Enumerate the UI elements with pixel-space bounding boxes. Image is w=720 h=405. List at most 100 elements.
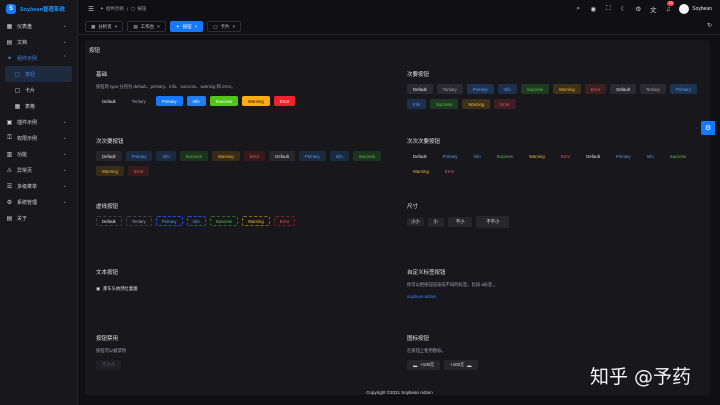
breadcrumb-item[interactable]: ▢ 按钮 bbox=[131, 6, 146, 12]
user-menu[interactable]: Soybean bbox=[679, 4, 712, 14]
secondary-error-button[interactable]: Error bbox=[494, 99, 516, 109]
quaternary-warning-button[interactable]: Warning bbox=[523, 151, 551, 161]
tertiary-error-button[interactable]: Error bbox=[127, 166, 150, 176]
sidebar-item-1[interactable]: ▦ 仪表盘 ⌄ bbox=[0, 18, 77, 34]
quaternary-info-button[interactable]: Info bbox=[641, 151, 660, 161]
tertiary-success-button[interactable]: Success bbox=[352, 151, 382, 161]
secondary-default-button[interactable]: Default bbox=[610, 84, 636, 94]
tertiary-default-button[interactable]: Default bbox=[96, 151, 122, 161]
size-button-4[interactable]: 不不小 bbox=[476, 216, 510, 228]
secondary-primary-button[interactable]: Primary bbox=[670, 84, 697, 94]
tertiary-default-button[interactable]: Default bbox=[269, 151, 295, 161]
chevron-icon: ⌄ bbox=[62, 23, 67, 29]
sidebar-item-label: 卡片 bbox=[25, 87, 36, 94]
basic-tertiary-button[interactable]: Tertiary bbox=[126, 96, 152, 106]
basic-warning-button[interactable]: Warning bbox=[241, 96, 270, 106]
icon-button-2[interactable]: +100元 ▬ bbox=[444, 360, 478, 370]
tab-3[interactable]: ✦ 按钮 × bbox=[169, 21, 204, 32]
dashed-warning-button[interactable]: Warning bbox=[241, 216, 270, 226]
secondary-success-button[interactable]: Success bbox=[430, 99, 459, 109]
quaternary-success-button[interactable]: Success bbox=[491, 151, 519, 161]
secondary-tertiary-button[interactable]: Tertiary bbox=[639, 84, 667, 94]
sidebar-item-2[interactable]: ▤ 文档 ⌄ bbox=[0, 34, 77, 50]
quaternary-success-button[interactable]: Success bbox=[664, 151, 692, 161]
language-icon[interactable]: 文 bbox=[649, 5, 657, 14]
tertiary-primary-button[interactable]: Primary bbox=[125, 151, 153, 161]
close-icon[interactable]: × bbox=[157, 24, 160, 29]
fullscreen-icon[interactable]: ⛶ bbox=[604, 5, 612, 13]
notification-icon[interactable]: ♫ 16 bbox=[664, 1, 675, 13]
size-button-1[interactable]: 小小 bbox=[407, 218, 424, 226]
secondary-primary-button[interactable]: Primary bbox=[466, 84, 494, 94]
icon-button-label: +100元 bbox=[450, 362, 465, 367]
secondary-default-button[interactable]: Default bbox=[407, 84, 433, 94]
sidebar-item-10[interactable]: ⚠ 异常页 ⌄ bbox=[0, 162, 77, 178]
sidebar-item-5[interactable]: ▢ 卡片 bbox=[0, 82, 77, 98]
close-icon[interactable]: × bbox=[233, 24, 236, 29]
tab-4[interactable]: ▢ 卡片 × bbox=[207, 21, 242, 32]
basic-error-button[interactable]: Error bbox=[273, 96, 296, 106]
size-button-3[interactable]: 不小 bbox=[447, 217, 473, 227]
breadcrumb-item[interactable]: ✦ 组件示例 bbox=[100, 6, 124, 12]
basic-info-button[interactable]: Info bbox=[186, 96, 206, 106]
secondary-info-button[interactable]: Info bbox=[497, 84, 517, 94]
tertiary-info-button[interactable]: Info bbox=[156, 151, 176, 161]
tertiary-info-button[interactable]: Info bbox=[329, 151, 349, 161]
dashed-success-button[interactable]: Success bbox=[209, 216, 238, 226]
sidebar-item-13[interactable]: ▤ 关于 bbox=[0, 210, 77, 226]
quaternary-info-button[interactable]: Info bbox=[467, 151, 486, 161]
secondary-warning-button[interactable]: Warning bbox=[462, 99, 491, 109]
tab-2[interactable]: ▤ 工作台 × bbox=[127, 21, 166, 32]
tab-1[interactable]: ▦ 分析页 × bbox=[85, 21, 124, 32]
sidebar-item-3[interactable]: ✦ 组件示例 ⌃ bbox=[0, 50, 77, 66]
refresh-icon[interactable]: ↻ bbox=[707, 22, 712, 29]
dashed-default-button[interactable]: Default bbox=[96, 216, 122, 226]
basic-primary-button[interactable]: Primary bbox=[155, 96, 183, 106]
close-icon[interactable]: × bbox=[195, 24, 198, 29]
settings-icon[interactable]: ⚙ bbox=[634, 5, 642, 13]
dashed-tertiary-button[interactable]: Tertiary bbox=[125, 216, 152, 226]
quaternary-default-button[interactable]: Default bbox=[580, 151, 606, 161]
secondary-warning-button[interactable]: Warning bbox=[552, 84, 581, 94]
section-quaternary: 次次次要按钮 Default Primary Info Success Warning E… bbox=[407, 137, 697, 176]
basic-default-button[interactable]: Default bbox=[96, 96, 122, 106]
tertiary-primary-button[interactable]: Primary bbox=[298, 151, 326, 161]
tertiary-warning-button[interactable]: Warning bbox=[211, 151, 240, 161]
sidebar-item-8[interactable]: ⚿ 权限示例 ⌄ bbox=[0, 130, 77, 146]
sidebar-item-9[interactable]: ▥ 功能 ⌄ bbox=[0, 146, 77, 162]
system-icon: ⚙ bbox=[6, 199, 13, 206]
dashed-error-button[interactable]: Error bbox=[273, 216, 296, 226]
quaternary-primary-button[interactable]: Primary bbox=[437, 151, 464, 161]
tertiary-success-button[interactable]: Success bbox=[179, 151, 208, 161]
custom-link-button[interactable]: soybean-admin bbox=[407, 294, 697, 299]
theme-icon[interactable]: ☾ bbox=[619, 5, 627, 13]
secondary-tertiary-button[interactable]: Tertiary bbox=[436, 84, 463, 94]
quaternary-primary-button[interactable]: Primary bbox=[610, 151, 637, 161]
secondary-success-button[interactable]: Success bbox=[520, 84, 549, 94]
sidebar-item-6[interactable]: ▦ 表格 bbox=[0, 98, 77, 114]
dashed-primary-button[interactable]: Primary bbox=[155, 216, 183, 226]
close-icon[interactable]: × bbox=[115, 24, 118, 29]
secondary-error-button[interactable]: Error bbox=[584, 84, 607, 94]
sidebar-item-11[interactable]: ☰ 多级菜单 ⌄ bbox=[0, 178, 77, 194]
text-button[interactable]: ▣ 那车头依然吐着烟 bbox=[96, 286, 396, 292]
dashed-info-button[interactable]: Info bbox=[186, 216, 206, 226]
app-logo[interactable]: S Soybean管理系统 bbox=[0, 0, 77, 18]
quaternary-error-button[interactable]: Error bbox=[555, 151, 577, 161]
sidebar-item-7[interactable]: ▣ 插件示例 ⌄ bbox=[0, 114, 77, 130]
search-icon[interactable]: ⌕ bbox=[574, 5, 582, 13]
basic-success-button[interactable]: Success bbox=[209, 96, 238, 106]
icon-button-1[interactable]: ▬ +100元 bbox=[407, 360, 441, 370]
github-icon[interactable]: ◉ bbox=[589, 5, 597, 13]
collapse-menu-icon[interactable]: ☰ bbox=[87, 5, 95, 13]
tertiary-warning-button[interactable]: Warning bbox=[96, 166, 124, 176]
tertiary-error-button[interactable]: Error bbox=[243, 151, 266, 161]
quaternary-error-button[interactable]: Error bbox=[439, 166, 461, 176]
size-button-2[interactable]: 小 bbox=[427, 217, 444, 227]
quaternary-warning-button[interactable]: Warning bbox=[407, 166, 435, 176]
sidebar-item-4[interactable]: ▢ 按钮 bbox=[5, 66, 72, 82]
secondary-info-button[interactable]: Info bbox=[407, 99, 427, 109]
sidebar-item-12[interactable]: ⚙ 系统管理 ⌄ bbox=[0, 194, 77, 210]
quaternary-default-button[interactable]: Default bbox=[407, 151, 433, 161]
settings-drawer-button[interactable]: ⚙ bbox=[701, 121, 715, 135]
